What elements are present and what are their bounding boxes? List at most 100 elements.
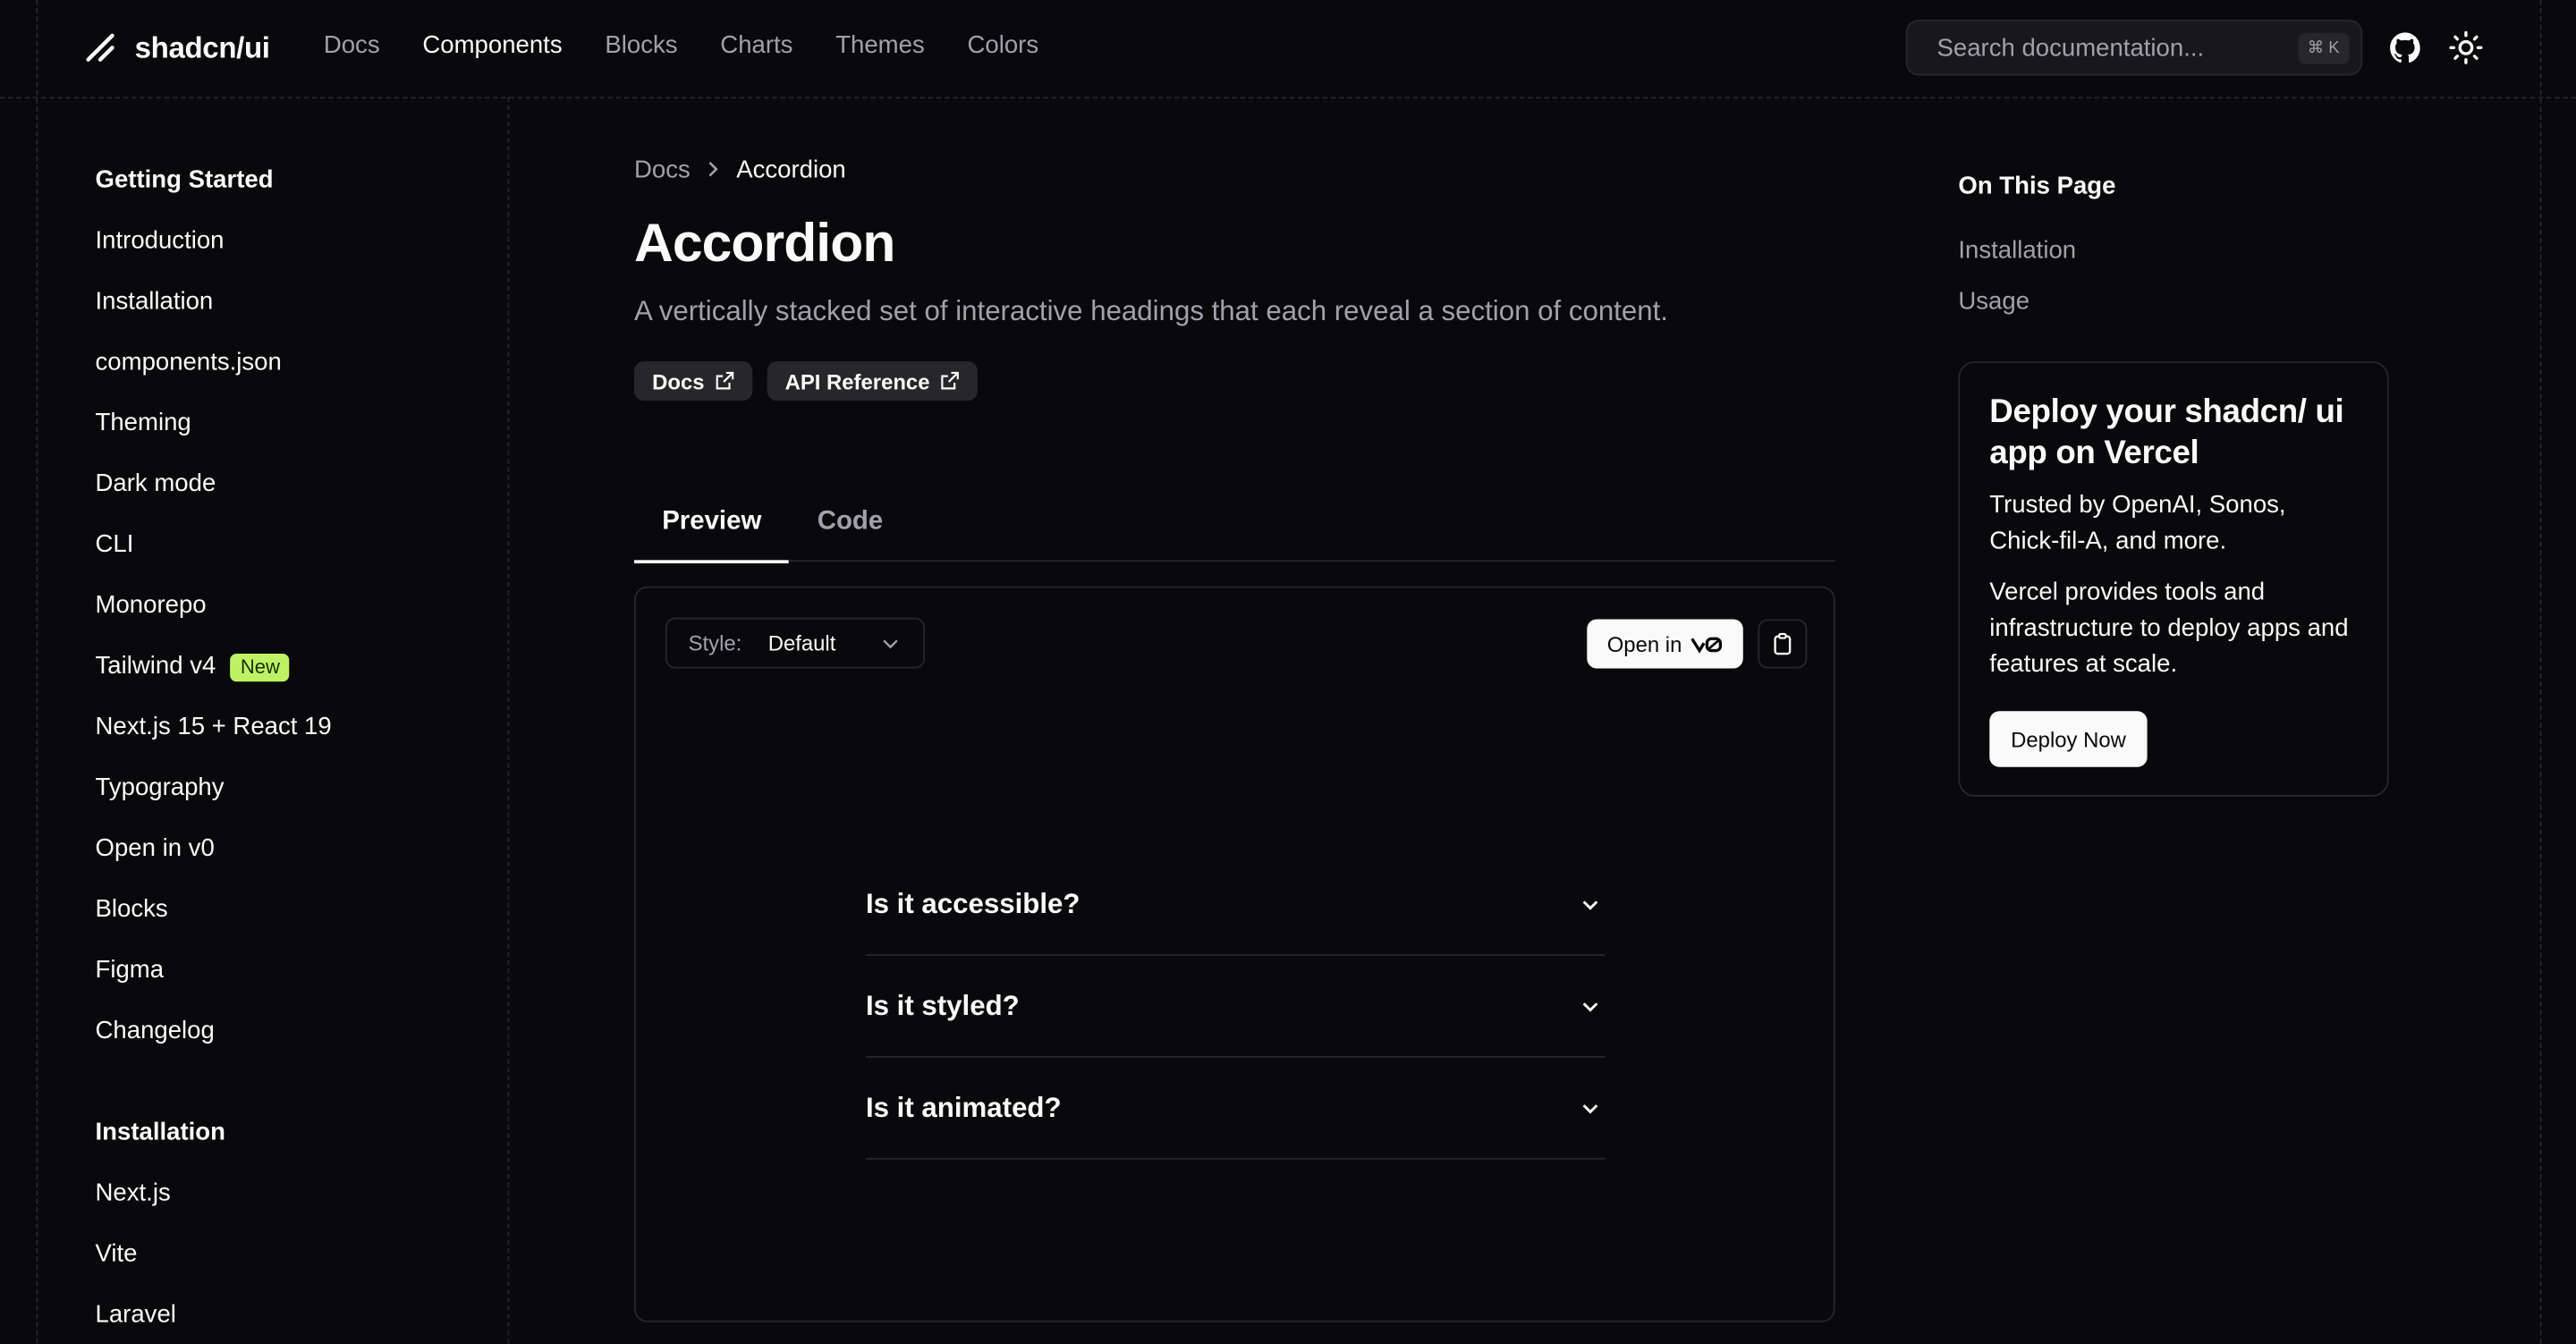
- sun-icon[interactable]: [2448, 30, 2484, 65]
- promo-text: Vercel provides tools and infrastructure…: [1989, 578, 2349, 679]
- sidebar-item-label: CLI: [95, 530, 134, 559]
- vercel-promo-card: Deploy your shadcn/ ui app on Vercel Tru…: [1958, 361, 2389, 797]
- new-badge: New: [230, 653, 290, 681]
- chevron-down-icon: [1582, 900, 1598, 909]
- sidebar-item-label: Introduction: [95, 226, 225, 255]
- deploy-now-button[interactable]: Deploy Now: [1989, 711, 2148, 767]
- sidebar-item-tailwind-v4[interactable]: Tailwind v4 New: [96, 650, 490, 683]
- page-title: Accordion: [633, 211, 895, 273]
- sidebar-item-label: components.json: [95, 348, 282, 376]
- sidebar-item-label: Dark mode: [95, 469, 216, 498]
- sidebar-item-figma[interactable]: Figma: [96, 954, 490, 987]
- doc-links: Docs API Reference: [633, 361, 1835, 402]
- sidebar-item-label: Theming: [95, 409, 191, 437]
- toc-item-installation[interactable]: Installation: [1958, 235, 2388, 268]
- sidebar-item-label: Figma: [95, 955, 165, 985]
- brand-name: shadcn/ui: [134, 30, 270, 63]
- site-header: shadcn/ui Docs Components Blocks Charts …: [0, 0, 2576, 97]
- sidebar-group-title: Getting Started: [95, 165, 274, 194]
- table-of-contents: On This Page Installation Usage: [1958, 171, 2388, 318]
- sidebar-item-monorepo[interactable]: Monorepo: [96, 589, 490, 622]
- open-in-label: Open in: [1606, 631, 1682, 656]
- api-reference-chip[interactable]: API Reference: [767, 361, 978, 402]
- sidebar-item-nextjs[interactable]: Next.js: [96, 1178, 490, 1211]
- accordion-item[interactable]: Is it styled?: [865, 956, 1606, 1058]
- sidebar-item-nextjs-react[interactable]: Next.js 15 + React 19: [96, 711, 490, 744]
- toc-item-usage[interactable]: Usage: [1958, 286, 2388, 319]
- accordion-trigger-label: Is it animated?: [865, 1091, 1062, 1123]
- frame-line: [2539, 0, 2542, 1344]
- breadcrumb-docs[interactable]: Docs: [634, 156, 691, 183]
- docs-link-chip[interactable]: Docs: [633, 361, 752, 402]
- sidebar-item-cli[interactable]: CLI: [96, 528, 490, 562]
- page-description: A vertically stacked set of interactive …: [633, 295, 1668, 327]
- sidebar-item-theming[interactable]: Theming: [96, 408, 490, 441]
- sidebar-item-introduction[interactable]: Introduction: [96, 225, 490, 258]
- promo-title: Deploy your shadcn/ ui app on Vercel: [1989, 393, 2344, 472]
- sidebar-item-label: Typography: [95, 773, 225, 802]
- toc-title: On This Page: [1958, 172, 2116, 201]
- shadcn-logo-icon: [86, 33, 114, 62]
- promo-text: Trusted by OpenAI, Sonos, Chick-fil-A, a…: [1989, 491, 2286, 555]
- tab-code[interactable]: Code: [790, 493, 911, 562]
- brand-logo[interactable]: shadcn/ui: [82, 30, 270, 65]
- sidebar-item-label: Monorepo: [95, 591, 207, 620]
- sidebar-item-label: Vite: [95, 1239, 138, 1268]
- accordion: Is it accessible? Is it styled? Is it an…: [865, 854, 1606, 1160]
- style-label: Style:: [688, 630, 742, 655]
- main-content: Docs Accordion Accordion A vertically st…: [633, 151, 1835, 1323]
- sidebar-item-laravel[interactable]: Laravel: [96, 1299, 490, 1332]
- open-in-v0-button[interactable]: Open in: [1587, 619, 1743, 669]
- v0-logo-icon: [1690, 636, 1722, 653]
- chip-label: API Reference: [784, 368, 930, 393]
- sidebar-item-label: Tailwind v4: [95, 652, 216, 680]
- chip-label: Docs: [652, 368, 705, 393]
- sidebar-item-installation[interactable]: Installation: [96, 286, 490, 319]
- search-input[interactable]: Search documentation... ⌘ K: [1905, 20, 2363, 76]
- copy-button[interactable]: [1758, 619, 1808, 669]
- accordion-item[interactable]: Is it animated?: [865, 1058, 1606, 1160]
- external-link-icon: [716, 371, 733, 390]
- nav-themes[interactable]: Themes: [835, 31, 925, 59]
- sidebar-item-label: Laravel: [95, 1300, 176, 1329]
- nav-blocks[interactable]: Blocks: [605, 31, 677, 59]
- style-select[interactable]: Style: Default: [665, 617, 926, 669]
- nav-components[interactable]: Components: [422, 31, 562, 59]
- accordion-item[interactable]: Is it accessible?: [865, 854, 1606, 956]
- external-link-icon: [941, 371, 959, 390]
- github-icon[interactable]: [2387, 30, 2423, 65]
- sidebar-item-changelog[interactable]: Changelog: [96, 1015, 490, 1048]
- nav-docs[interactable]: Docs: [324, 31, 380, 59]
- sidebar-group-title: Installation: [95, 1118, 225, 1147]
- preview-panel: Style: Default Open in Is it accessible?…: [633, 586, 1835, 1323]
- sidebar-item-vite[interactable]: Vite: [96, 1238, 490, 1272]
- search-placeholder: Search documentation...: [1936, 33, 2205, 62]
- main-nav: Docs Components Blocks Charts Themes Col…: [324, 31, 1038, 59]
- sidebar-item-components-json[interactable]: components.json: [96, 347, 490, 380]
- preview-code-tabs: Preview Code: [633, 493, 1835, 564]
- page: shadcn/ui Docs Components Blocks Charts …: [0, 0, 2576, 1344]
- style-value: Default: [767, 630, 836, 655]
- sidebar-item-typography[interactable]: Typography: [96, 772, 490, 805]
- chevron-down-icon: [1582, 1002, 1598, 1011]
- search-shortcut: ⌘ K: [2297, 32, 2350, 64]
- chevron-right-icon: [708, 161, 718, 177]
- sidebar-item-blocks[interactable]: Blocks: [96, 893, 490, 926]
- sidebar-item-label: Installation: [95, 287, 214, 316]
- clipboard-icon: [1774, 632, 1792, 655]
- sidebar-item-dark-mode[interactable]: Dark mode: [96, 468, 490, 501]
- sidebar-item-open-in-v0[interactable]: Open in v0: [96, 833, 490, 866]
- sidebar-item-label: Next.js: [95, 1179, 171, 1208]
- breadcrumb: Docs Accordion: [634, 151, 1835, 187]
- tab-preview[interactable]: Preview: [633, 493, 791, 564]
- chevron-down-icon: [1582, 1103, 1598, 1113]
- frame-line: [507, 97, 510, 1344]
- sidebar-item-label: Changelog: [95, 1016, 215, 1045]
- nav-charts[interactable]: Charts: [720, 31, 792, 59]
- sidebar-item-label: Next.js 15 + React 19: [95, 713, 332, 741]
- chevron-down-icon: [883, 639, 898, 649]
- sidebar-item-label: Open in v0: [95, 834, 215, 863]
- header-divider: [0, 97, 2576, 99]
- nav-colors[interactable]: Colors: [967, 31, 1038, 59]
